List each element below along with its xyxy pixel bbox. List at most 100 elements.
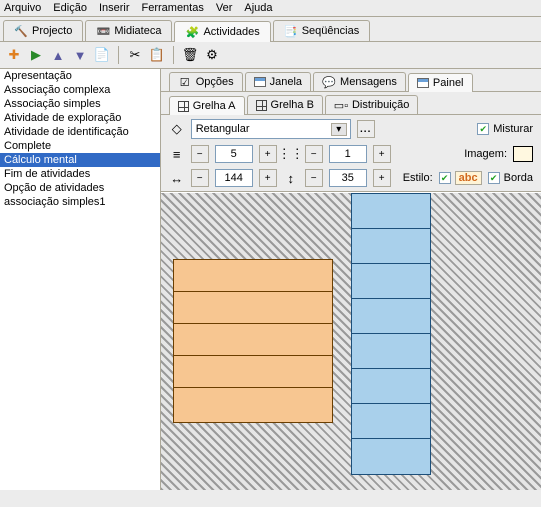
grid-tabs: Grelha A Grelha B ▭▫ Distribuição [161, 92, 541, 115]
tab-grid-a[interactable]: Grelha A [169, 96, 245, 115]
grid-cell[interactable] [352, 194, 430, 229]
media-icon: 📼 [96, 24, 110, 38]
menu-bar: Arquivo Edição Inserir Ferramentas Ver A… [0, 0, 541, 17]
style-checkbox[interactable]: ✔ abc [439, 171, 482, 185]
checkbox-label: Misturar [493, 123, 533, 135]
height-icon: ↕ [283, 170, 299, 186]
rows-minus-button[interactable]: − [191, 145, 209, 163]
style-label: Estilo: [403, 172, 433, 184]
tab-label: Midiateca [114, 25, 161, 37]
list-item[interactable]: Complete [0, 139, 160, 153]
grid-cell[interactable] [174, 260, 332, 292]
tab-options[interactable]: ☑ Opções [169, 72, 243, 91]
cols-plus-button[interactable]: + [373, 145, 391, 163]
menu-tools[interactable]: Ferramentas [142, 2, 204, 14]
tab-label: Grelha A [193, 100, 236, 112]
properties-icon[interactable]: ⚙ [204, 47, 220, 63]
toolbar: ✚ ▶ ▲ ▼ 📄 ✂ 📋 🗑 ⚙ [0, 42, 541, 69]
main-area: ApresentaçãoAssociação complexaAssociaçã… [0, 69, 541, 490]
window-icon [254, 77, 266, 87]
grid-cell[interactable] [352, 404, 430, 439]
grid-cell[interactable] [174, 324, 332, 356]
shape-icon: ◇ [169, 121, 185, 137]
cols-icon: ⋮⋮ [283, 146, 299, 162]
grid-icon [256, 100, 267, 111]
grid-cell[interactable] [174, 292, 332, 324]
height-minus-button[interactable]: − [305, 169, 323, 187]
grid-cell[interactable] [352, 369, 430, 404]
design-canvas[interactable] [161, 192, 541, 490]
copy-icon[interactable]: 📄 [94, 47, 110, 63]
grid-cell[interactable] [174, 388, 332, 420]
tab-messages[interactable]: 💬 Mensagens [313, 72, 406, 91]
grid-cell[interactable] [352, 299, 430, 334]
menu-insert[interactable]: Inserir [99, 2, 130, 14]
rows-input[interactable]: 5 [215, 145, 253, 163]
list-item[interactable]: Apresentação [0, 69, 160, 83]
tab-label: Seqüências [302, 25, 360, 37]
grid-cell[interactable] [352, 229, 430, 264]
tab-activities[interactable]: 🧩 Actividades [174, 21, 270, 42]
tab-window[interactable]: Janela [245, 72, 311, 91]
menu-view[interactable]: Ver [216, 2, 233, 14]
tab-label: Actividades [203, 26, 259, 38]
grid-cell[interactable] [352, 264, 430, 299]
move-up-icon[interactable]: ▲ [50, 47, 66, 63]
tab-layout[interactable]: ▭▫ Distribuição [325, 95, 418, 114]
grid-a-preview[interactable] [173, 259, 333, 423]
cols-minus-button[interactable]: − [305, 145, 323, 163]
list-item[interactable]: Associação simples [0, 97, 160, 111]
move-down-icon[interactable]: ▼ [72, 47, 88, 63]
checkbox-icon: ✔ [488, 172, 500, 184]
tab-label: Distribuição [352, 99, 409, 111]
options-icon: ☑ [178, 75, 192, 89]
list-item[interactable]: Atividade de exploração [0, 111, 160, 125]
grid-b-preview[interactable] [351, 193, 431, 475]
menu-file[interactable]: Arquivo [4, 2, 41, 14]
cols-input[interactable]: 1 [329, 145, 367, 163]
cut-icon[interactable]: ✂ [127, 47, 143, 63]
width-input[interactable]: 144 [215, 169, 253, 187]
browse-button[interactable]: ... [357, 120, 375, 138]
shuffle-checkbox[interactable]: ✔ Misturar [477, 123, 533, 135]
play-icon[interactable]: ▶ [28, 47, 44, 63]
grid-cell[interactable] [174, 356, 332, 388]
list-item[interactable]: Opção de atividades [0, 181, 160, 195]
list-item[interactable]: Associação complexa [0, 83, 160, 97]
tab-sequences[interactable]: 📑 Seqüências [273, 20, 371, 41]
tab-grid-b[interactable]: Grelha B [247, 95, 323, 114]
tab-label: Janela [270, 76, 302, 88]
grid-cell[interactable] [352, 334, 430, 369]
panel-tabs: ☑ Opções Janela 💬 Mensagens Painel [161, 69, 541, 92]
width-minus-button[interactable]: − [191, 169, 209, 187]
rows-plus-button[interactable]: + [259, 145, 277, 163]
height-plus-button[interactable]: + [373, 169, 391, 187]
grid-cell[interactable] [352, 439, 430, 474]
image-label: Imagem: [464, 148, 507, 160]
checkbox-label: Borda [504, 172, 533, 184]
tab-panel[interactable]: Painel [408, 73, 473, 92]
menu-help[interactable]: Ajuda [244, 2, 272, 14]
height-input[interactable]: 35 [329, 169, 367, 187]
width-plus-button[interactable]: + [259, 169, 277, 187]
rows-icon: ≡ [169, 146, 185, 162]
image-swatch[interactable] [513, 146, 533, 162]
separator [118, 46, 119, 64]
delete-icon[interactable]: 🗑 [182, 47, 198, 63]
list-item[interactable]: Cálculo mental [0, 153, 160, 167]
tab-label: Opções [196, 76, 234, 88]
border-checkbox[interactable]: ✔ Borda [488, 172, 533, 184]
grid-controls: ◇ Retangular ... ✔ Misturar ≡ − 5 + ⋮⋮ −… [161, 115, 541, 192]
activity-list[interactable]: ApresentaçãoAssociação complexaAssociaçã… [0, 69, 161, 490]
menu-edit[interactable]: Edição [53, 2, 87, 14]
tab-media[interactable]: 📼 Midiateca [85, 20, 172, 41]
list-item[interactable]: associação simples1 [0, 195, 160, 209]
paste-icon[interactable]: 📋 [149, 47, 165, 63]
style-abc-badge: abc [455, 171, 482, 185]
tab-project[interactable]: 🔨 Projecto [3, 20, 83, 41]
list-item[interactable]: Atividade de identificação [0, 125, 160, 139]
shape-dropdown[interactable]: Retangular [191, 119, 351, 139]
new-activity-icon[interactable]: ✚ [6, 47, 22, 63]
list-item[interactable]: Fim de atividades [0, 167, 160, 181]
tab-label: Projecto [32, 25, 72, 37]
